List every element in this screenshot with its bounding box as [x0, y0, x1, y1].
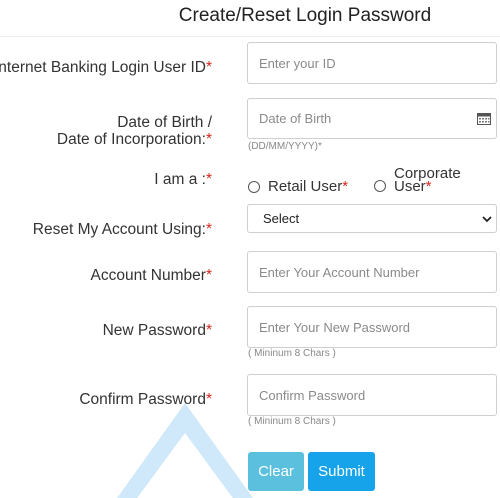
dob-label: Date of Birth / Date of Incorporation:* — [56, 114, 212, 148]
radio-circle-icon[interactable] — [374, 180, 386, 192]
new-password-hint: ( Mininum 8 Chars ) — [248, 348, 336, 359]
account-number-label: Account Number* — [90, 267, 213, 284]
retail-user-label: Retail User* — [268, 178, 349, 195]
page-title: Create/Reset Login Password — [178, 5, 432, 26]
dob-input[interactable] — [248, 99, 448, 138]
dob-field[interactable] — [247, 98, 497, 139]
confirm-password-hint: ( Mininum 8 Chars ) — [248, 416, 336, 427]
reset-using-selected-value: Select — [263, 211, 300, 226]
confirm-password-label: Confirm Password* — [79, 391, 212, 408]
new-password-label: New Password* — [102, 322, 212, 339]
chevron-down-icon — [482, 216, 492, 223]
submit-button[interactable]: Submit — [308, 452, 375, 491]
account-number-input[interactable] — [247, 251, 497, 293]
dob-format-hint: (DD/MM/YYYY)* — [248, 141, 322, 152]
corporate-user-label: Corporate User* — [394, 165, 461, 195]
clear-button[interactable]: Clear — [248, 452, 304, 491]
new-password-input[interactable] — [247, 306, 497, 348]
confirm-password-input[interactable] — [247, 374, 497, 416]
radio-circle-icon[interactable] — [248, 180, 260, 193]
user-id-label: Internet Banking Login User ID* — [0, 59, 212, 76]
calendar-icon[interactable] — [477, 112, 491, 125]
retail-user-radio[interactable]: Retail User* — [248, 178, 348, 195]
watermark-logo — [117, 403, 253, 498]
corporate-user-radio[interactable]: Corporate User* — [374, 165, 461, 195]
title-divider — [0, 36, 500, 37]
reset-using-select[interactable]: Select — [247, 204, 497, 233]
reset-using-label: Reset My Account Using:* — [32, 221, 212, 238]
user-id-input[interactable] — [247, 42, 497, 84]
user-type-label: I am a :* — [154, 171, 212, 188]
